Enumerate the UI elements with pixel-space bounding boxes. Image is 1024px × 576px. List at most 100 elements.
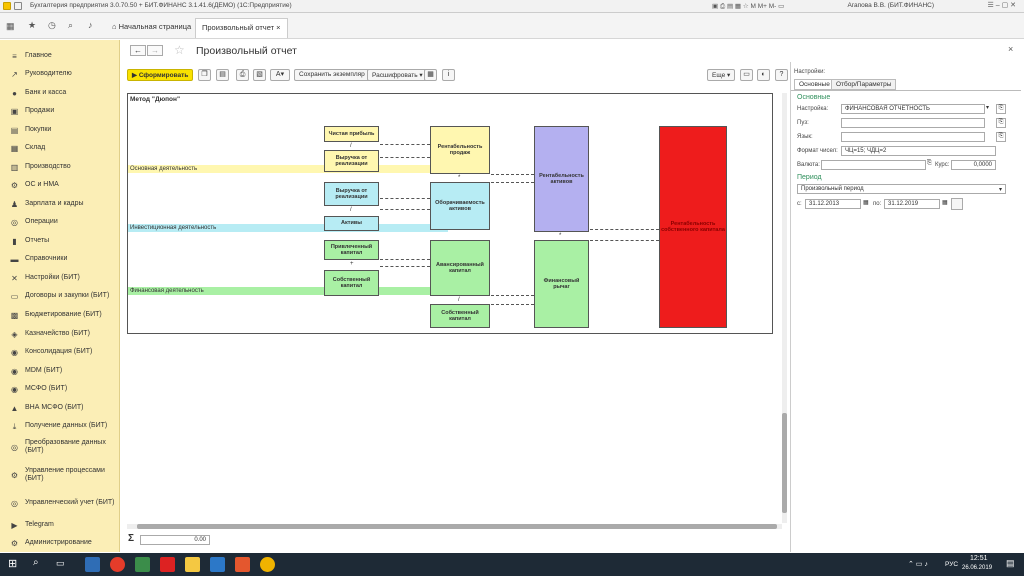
apps-grid-icon[interactable]: ▦ (6, 21, 15, 32)
sidebar-item-4[interactable]: ▤ Покупки (0, 121, 120, 139)
tab-report[interactable]: Произвольный отчет × (195, 18, 288, 38)
sidebar-item-23[interactable]: ◎ Управленческий учет (БИТ) (0, 489, 120, 517)
export-icon[interactable]: ▧ (253, 69, 266, 81)
task-view-icon[interactable]: ▭ (56, 558, 65, 569)
setting-dropdown-icon[interactable]: ▾ (986, 104, 989, 111)
settings-tab-filter[interactable]: Отбор/Параметры (831, 79, 897, 90)
back-button[interactable]: ← (130, 45, 146, 56)
1c-app-icon[interactable] (260, 557, 275, 572)
sidebar-item-12[interactable]: ✕ Настройки (БИТ) (0, 269, 120, 287)
to-calendar-icon[interactable]: ▦ (942, 199, 948, 206)
sidebar-item-2[interactable]: ● Банк и касса (0, 84, 120, 102)
sidebar-item-25[interactable]: ⚙ Администрирование (0, 534, 120, 552)
period-choose-button[interactable] (951, 198, 963, 210)
print-icon[interactable]: ⎙ (236, 69, 249, 81)
format-field[interactable]: ЧЦ=15; ЧДЦ=2 (841, 146, 996, 156)
sidebar-item-15[interactable]: ◈ Казначейство (БИТ) (0, 325, 120, 343)
box-net-profit[interactable]: Чистая прибыль (324, 126, 379, 142)
window-controls[interactable]: ☰ – ▢ ✕ (988, 1, 1016, 9)
from-date-field[interactable]: 31.12.2013 (805, 199, 861, 209)
box-advanced[interactable]: Авансированный капитал (430, 240, 490, 296)
to-date-field[interactable]: 31.12.2019 (884, 199, 940, 209)
forward-button[interactable]: → (147, 45, 163, 56)
horizontal-scrollbar[interactable] (127, 524, 782, 529)
box-equity-2[interactable]: Собственный капитал (430, 304, 490, 328)
sidebar-item-3[interactable]: ▣ Продажи (0, 102, 120, 120)
more-button[interactable]: Еще ▾ (707, 69, 736, 81)
sidebar-item-14[interactable]: ▩ Бюджетирование (БИТ) (0, 306, 120, 324)
layout-icon[interactable]: ▭ (740, 69, 753, 81)
save-icon[interactable]: ▤ (216, 69, 229, 81)
horizontal-scroll-thumb[interactable] (137, 524, 777, 529)
setting-field[interactable]: ФИНАНСОВАЯ ОТЧЕТНОСТЬ (841, 104, 985, 114)
tab-home[interactable]: ⌂ Начальная страница (106, 18, 197, 38)
box-leverage[interactable]: Финансовый рычаг (534, 240, 589, 328)
close-form-icon[interactable]: × (1008, 44, 1013, 54)
settings-tab-main[interactable]: Основные (794, 79, 835, 90)
star-icon[interactable]: ★ (28, 20, 36, 31)
box-roe[interactable]: Рентабельность собственного капитала (659, 126, 727, 328)
sidebar-item-11[interactable]: ▬ Справочники (0, 250, 120, 268)
setting-open-icon[interactable]: ⎘ (996, 104, 1006, 114)
from-calendar-icon[interactable]: ▦ (863, 199, 869, 206)
currency-field[interactable] (821, 160, 926, 170)
sidebar-item-17[interactable]: ◉ MDM (БИТ) (0, 362, 120, 380)
box-ros[interactable]: Рентабельность продаж (430, 126, 490, 174)
close-tab-icon[interactable]: × (276, 23, 280, 32)
favorite-star-icon[interactable]: ☆ (174, 43, 185, 57)
generate-button[interactable]: ▶ Сформировать (127, 69, 194, 81)
settings-panel-icon[interactable]: ▦ (424, 69, 437, 81)
taskbar-app-1-icon[interactable] (85, 557, 100, 572)
sidebar-item-0[interactable]: ≡ Главное (0, 47, 120, 65)
taskbar-search-icon[interactable]: ⌕ (33, 557, 39, 568)
vertical-scroll-thumb[interactable] (782, 413, 787, 513)
vertical-scrollbar[interactable] (782, 93, 787, 523)
box-revenue-2[interactable]: Выручка от реализации (324, 182, 379, 206)
title-tools[interactable]: ▣ ⎙ ▤ ▦ ☆ M M+ M- ▭ (712, 2, 784, 11)
box-roa[interactable]: Рентабельность активов (534, 126, 589, 232)
currency-open-icon[interactable]: ⎘ (927, 160, 932, 167)
lang-field[interactable] (841, 132, 985, 142)
sidebar-item-21[interactable]: ◎ Преобразование данных (БИТ) (0, 433, 120, 461)
box-assets[interactable]: Активы (324, 216, 379, 231)
box-equity-1[interactable]: Собственный капитал (324, 270, 379, 296)
user-open-icon[interactable]: ⎘ (996, 118, 1006, 128)
history-icon[interactable]: ◷ (48, 20, 56, 31)
windows-start-icon[interactable]: ⊞ (8, 557, 17, 570)
file-explorer-icon[interactable] (185, 557, 200, 572)
sidebar-item-24[interactable]: ▶ Telegram (0, 516, 120, 534)
copy-icon[interactable]: ❐ (198, 69, 211, 81)
notification-icon[interactable]: ▤ (1006, 558, 1015, 569)
save-variant-button[interactable]: Сохранить экземпляр (294, 69, 370, 81)
box-revenue-1[interactable]: Выручка от реализации (324, 150, 379, 172)
taskbar-app-3-icon[interactable] (135, 557, 150, 572)
box-borrowed[interactable]: Привлеченный капитал (324, 240, 379, 260)
language-indicator[interactable]: РУС (945, 561, 958, 568)
sidebar-item-10[interactable]: ▮ Отчеты (0, 232, 120, 250)
search-icon[interactable]: ⌕ (68, 20, 73, 31)
decode-button[interactable]: Расшифровать ▾ (367, 69, 428, 81)
bell-icon[interactable]: ♪ (88, 20, 93, 30)
yandex-browser-icon[interactable] (110, 557, 125, 572)
taskbar-app-7-icon[interactable] (235, 557, 250, 572)
user-field[interactable] (841, 118, 985, 128)
sidebar-item-16[interactable]: ◉ Консолидация (БИТ) (0, 343, 120, 361)
box-turnover[interactable]: Оборачиваемость активов (430, 182, 490, 230)
tray-icons[interactable]: ⌃ ▭ ♪ (908, 560, 928, 568)
sidebar-item-8[interactable]: ♟ Зарплата и кадры (0, 195, 120, 213)
sidebar-item-22[interactable]: ⚙ Управление процессами (БИТ) (0, 461, 120, 489)
info-icon[interactable]: i (442, 69, 455, 81)
lang-open-icon[interactable]: ⎘ (996, 132, 1006, 142)
zoom-icon[interactable]: ◐ (757, 69, 770, 81)
sidebar-item-9[interactable]: ◎ Операции (0, 213, 120, 231)
pdf-app-icon[interactable] (160, 557, 175, 572)
font-size-icon[interactable]: A▾ (270, 69, 290, 81)
sidebar-item-5[interactable]: ▦ Склад (0, 139, 120, 157)
sidebar-item-18[interactable]: ◉ МСФО (БИТ) (0, 380, 120, 398)
menu-icon[interactable] (14, 2, 22, 10)
taskbar-app-6-icon[interactable] (210, 557, 225, 572)
sidebar-item-6[interactable]: ▥ Производство (0, 158, 120, 176)
sidebar-item-19[interactable]: ▲ ВНА МСФО (БИТ) (0, 399, 120, 417)
sidebar-item-1[interactable]: ↗ Руководителю (0, 65, 120, 83)
sidebar-item-7[interactable]: ⚙ ОС и НМА (0, 176, 120, 194)
